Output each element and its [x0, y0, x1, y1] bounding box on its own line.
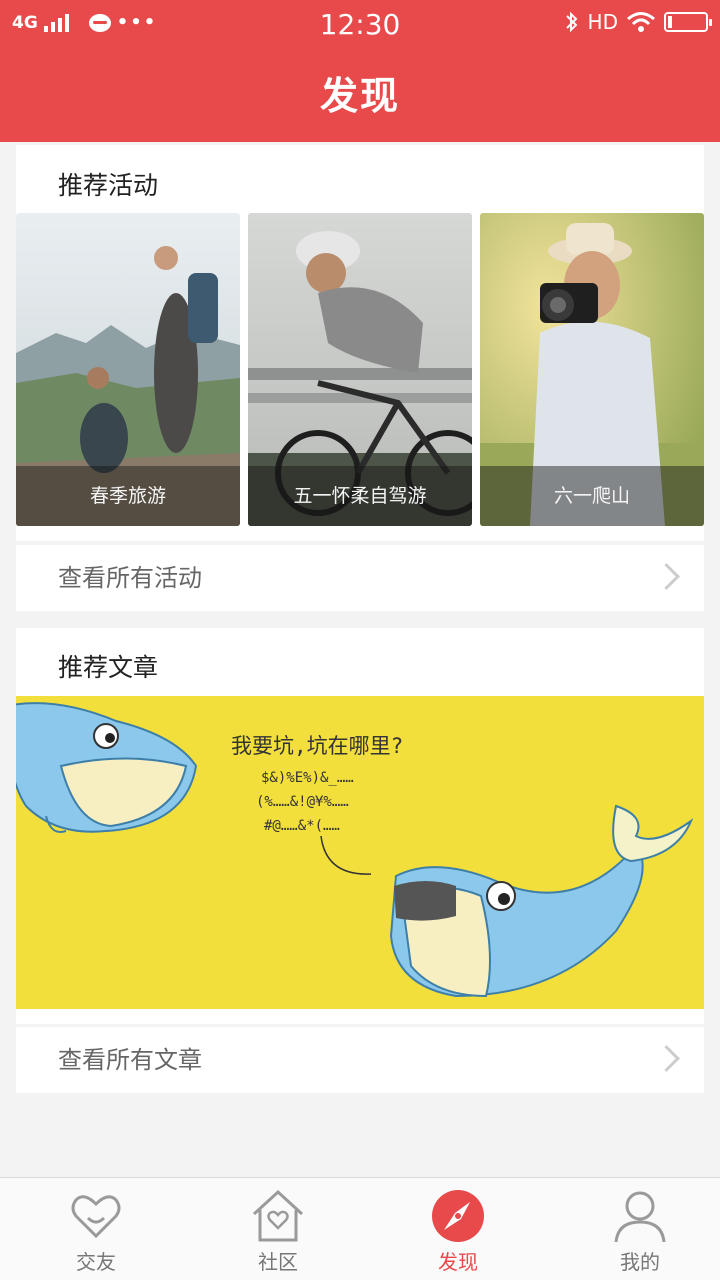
tab-mine[interactable]: 我的	[550, 1178, 720, 1280]
view-all-articles-label: 查看所有文章	[58, 1046, 202, 1074]
banner-text-line4: #@……&*(……	[264, 818, 340, 834]
tab-discover-label: 发现	[438, 1250, 478, 1274]
heart-icon	[71, 1195, 121, 1239]
tab-friends-label: 交友	[76, 1250, 116, 1274]
view-all-articles-link[interactable]: 查看所有文章	[16, 1027, 704, 1093]
banner-text-line2: $&)%E%)&_……	[261, 770, 354, 786]
activity-card-hiking[interactable]: 六一爬山	[480, 213, 704, 526]
view-all-activities-label: 查看所有活动	[58, 564, 202, 592]
banner-text-line1: 我要坑,坑在哪里?	[231, 734, 404, 758]
banner-text-block: 我要坑,坑在哪里? $&)%E%)&_…… (%……&!@¥%…… #@……&*…	[231, 730, 471, 834]
tab-discover[interactable]: 发现	[368, 1178, 548, 1280]
bluetooth-icon	[565, 11, 577, 33]
status-right: HD	[564, 10, 712, 34]
banner-text-line3: (%……&!@¥%……	[256, 794, 349, 810]
home-heart-icon	[252, 1189, 304, 1242]
status-bar: 4G ••• 12:30 HD	[0, 0, 720, 50]
user-icon	[614, 1191, 666, 1243]
bottom-tab-bar: 交友 社区 发现 我的	[0, 1177, 720, 1280]
article-banner[interactable]: 我要坑,坑在哪里? $&)%E%)&_…… (%……&!@¥%…… #@……&*…	[16, 696, 704, 1009]
activities-gallery: 春季旅游 五一怀柔自驾游 六一爬山	[16, 213, 704, 526]
view-all-activities-link[interactable]: 查看所有活动	[16, 545, 704, 611]
activity-caption: 六一爬山	[480, 466, 704, 526]
activities-section-title: 推荐活动	[58, 171, 159, 200]
activity-card-spring-trip[interactable]: 春季旅游	[16, 213, 240, 526]
tab-friends[interactable]: 交友	[6, 1178, 186, 1280]
chevron-right-icon	[653, 1045, 680, 1072]
app-bar: 发现	[0, 50, 720, 142]
battery-icon	[664, 12, 712, 32]
activity-card-huairou-drive[interactable]: 五一怀柔自驾游	[248, 213, 472, 526]
articles-section-title: 推荐文章	[58, 653, 159, 682]
chevron-right-icon	[653, 563, 680, 590]
page-title: 发现	[319, 74, 400, 118]
activity-caption: 五一怀柔自驾游	[248, 466, 472, 526]
wifi-icon	[627, 12, 655, 32]
activity-caption: 春季旅游	[16, 466, 240, 526]
compass-icon	[432, 1190, 484, 1242]
tab-mine-label: 我的	[620, 1250, 660, 1274]
tab-community-label: 社区	[258, 1250, 298, 1274]
hd-indicator: HD	[587, 10, 618, 34]
tab-community[interactable]: 社区	[188, 1178, 368, 1280]
